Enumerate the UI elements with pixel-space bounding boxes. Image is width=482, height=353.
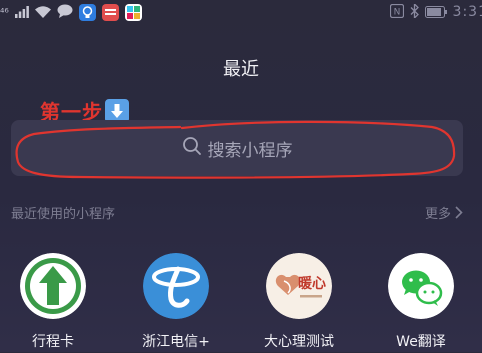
- we-translate-icon: [388, 253, 454, 319]
- more-link[interactable]: 更多: [425, 203, 463, 222]
- search-bar[interactable]: 搜索小程序: [11, 120, 463, 176]
- bulb-app-icon: [78, 3, 96, 21]
- bluetooth-icon: [410, 1, 419, 22]
- app-we-translate[interactable]: We翻译: [366, 253, 476, 351]
- wifi-icon: [34, 3, 51, 22]
- app-zhejiang-telecom[interactable]: 浙江电信+: [121, 253, 231, 351]
- app-label: We翻译: [396, 334, 446, 350]
- network-type: ⁴⁶: [0, 5, 9, 19]
- clock: 3:31: [452, 4, 482, 20]
- chat-icon: [57, 3, 73, 22]
- section-title: 最近使用的小程序: [11, 207, 116, 222]
- search-icon: [182, 136, 202, 160]
- heart-psych-icon: 暖心: [266, 253, 332, 319]
- app-label: 行程卡: [32, 334, 74, 350]
- down-arrow-icon: [105, 98, 129, 123]
- nfc-icon: N: [389, 3, 404, 22]
- app-label: 大心理测试: [264, 334, 334, 350]
- recent-apps-list: 行程卡 浙江电信+ 暖心 大心理测试 We翻译: [0, 253, 482, 353]
- red-app-icon: [101, 3, 119, 21]
- search-input[interactable]: 搜索小程序: [208, 136, 293, 161]
- signal-icon: [14, 3, 29, 22]
- chevron-right-icon: [455, 206, 463, 219]
- svg-text:N: N: [393, 7, 400, 17]
- battery-icon: [424, 3, 447, 22]
- recent-section-header: 最近使用的小程序 更多: [11, 203, 463, 223]
- itinerary-card-icon: [20, 253, 86, 319]
- telecom-icon: [143, 253, 209, 319]
- more-label: 更多: [424, 207, 451, 222]
- app-label: 浙江电信+: [142, 334, 210, 350]
- app-psych-test[interactable]: 暖心 大心理测试: [244, 253, 354, 351]
- psych-icon-text: 暖心: [298, 275, 326, 292]
- slack-app-icon: [124, 3, 142, 21]
- status-bar: ⁴⁶ N 3:31: [0, 0, 482, 24]
- app-itinerary-card[interactable]: 行程卡: [0, 253, 108, 351]
- page-title: 最近: [223, 59, 259, 80]
